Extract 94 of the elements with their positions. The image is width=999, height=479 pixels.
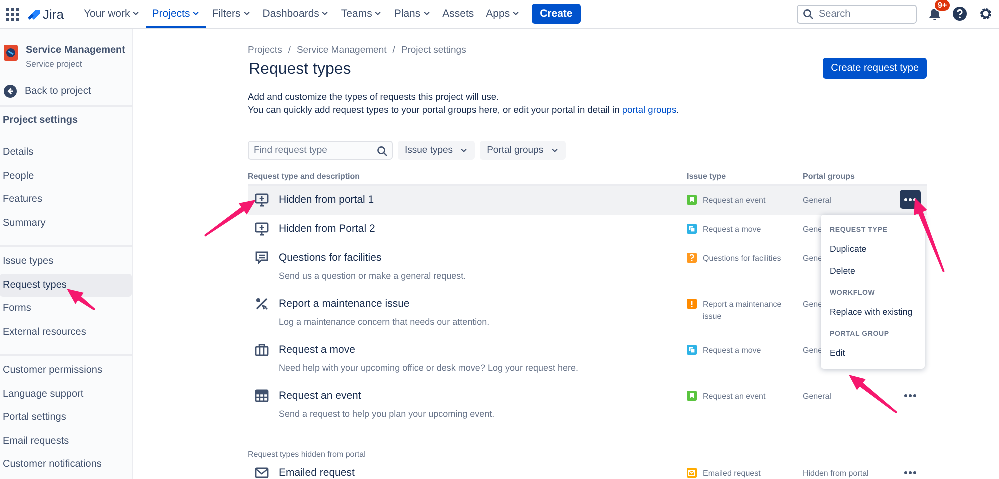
breadcrumb-link[interactable]: Service Management xyxy=(296,45,387,56)
notification-bell-icon[interactable] xyxy=(929,8,941,20)
search-icon xyxy=(803,9,813,19)
more-icon xyxy=(904,198,917,202)
back-to-project-link[interactable]: Back to project xyxy=(0,85,132,98)
annotation-arrow xyxy=(849,375,898,414)
sidebar-item[interactable]: Details xyxy=(0,142,132,164)
portal-group-name: General xyxy=(803,195,832,207)
project-name: Service Management xyxy=(26,45,126,56)
create-request-type-button[interactable]: Create request type xyxy=(823,58,927,78)
request-type-description: Send us a question or make a general request. xyxy=(279,270,466,282)
envelope-icon xyxy=(255,466,269,479)
calendar-icon xyxy=(255,389,269,403)
sidebar-item[interactable]: Customer notifications xyxy=(0,454,132,476)
nav-menu[interactable]: Dashboards xyxy=(256,0,336,28)
jira-mark-icon xyxy=(28,8,40,20)
nav-menu[interactable]: Your work xyxy=(78,0,146,28)
more-icon xyxy=(904,394,917,398)
filter-dropdown[interactable]: Portal groups xyxy=(480,141,566,160)
menu-item[interactable]: Delete xyxy=(821,260,925,282)
issue-type-label: Request an event xyxy=(703,391,767,403)
sidebar-item[interactable]: Summary xyxy=(0,212,132,234)
sidebar-item[interactable]: Forms xyxy=(0,298,132,320)
column-header: Issue type xyxy=(687,172,728,181)
sidebar-item[interactable]: Request types xyxy=(0,274,132,296)
portal-groups-link[interactable]: portal groups xyxy=(622,105,677,115)
issue-type-label: Emailed request xyxy=(703,468,762,479)
tools-icon xyxy=(255,297,269,311)
breadcrumb-separator: / xyxy=(392,45,396,56)
sidebar-item[interactable]: Customer permissions xyxy=(0,360,132,382)
nav-menu[interactable]: Assets xyxy=(436,0,480,28)
jira-logo[interactable]: Jira xyxy=(28,6,64,22)
column-header: Request type and description xyxy=(248,172,362,181)
breadcrumb-link[interactable]: Project settings xyxy=(401,45,466,56)
monitor-plus-icon xyxy=(255,222,269,236)
menu-item[interactable]: Duplicate xyxy=(821,238,925,260)
sidebar-item[interactable]: Issue types xyxy=(0,250,132,273)
page-title: Request types xyxy=(248,61,352,79)
annotation-arrow xyxy=(67,289,96,311)
request-type-name[interactable]: Request a move xyxy=(279,343,579,357)
sidebar-item[interactable]: Features xyxy=(0,188,132,211)
request-type-name[interactable]: Request an event xyxy=(279,389,495,403)
request-type-description: Log a maintenance concern that needs our attention. xyxy=(279,316,490,328)
settings-icon[interactable] xyxy=(979,7,993,21)
nav-menu[interactable]: Teams xyxy=(335,0,388,28)
issue-type-label: Report a maintenance issue xyxy=(703,299,783,323)
page-description: Add and customize the types of requests this project will use. xyxy=(248,91,500,104)
menu-item[interactable]: Edit xyxy=(821,342,925,364)
notification-badge: 9+ xyxy=(934,0,952,12)
filter-dropdown[interactable]: Issue types xyxy=(398,141,476,160)
menu-item[interactable]: Replace with existing xyxy=(821,301,925,323)
sidebar-heading: Project settings xyxy=(2,115,80,126)
portal-group-name: Hidden from portal xyxy=(803,468,869,479)
find-request-type-field[interactable]: Find request type xyxy=(248,141,393,160)
project-type: Service project xyxy=(26,59,84,69)
chevron-down-icon xyxy=(460,146,468,154)
issue-type-label: Request an event xyxy=(703,195,767,207)
issue-type-label: Request a move xyxy=(703,345,762,357)
portal-group-name: General xyxy=(803,391,832,403)
search-field[interactable]: Search xyxy=(797,4,917,24)
page-description: You can quickly add request types to your portal groups here, or edit your portal in detail in portal groups. xyxy=(248,104,680,117)
breadcrumb-link[interactable]: Projects xyxy=(248,45,282,56)
annotation-arrow xyxy=(204,200,256,237)
request-type-name[interactable]: Report a maintenance issue xyxy=(279,297,490,311)
chevron-down-icon xyxy=(550,146,559,154)
request-type-name[interactable]: Hidden from Portal 2 xyxy=(279,222,376,236)
more-icon xyxy=(904,470,917,474)
request-type-name[interactable]: Questions for facilities xyxy=(279,251,466,265)
create-button[interactable]: Create xyxy=(532,4,581,24)
column-header: Portal groups xyxy=(803,172,856,181)
request-type-description: Need help with your upcoming office or desk move? Log your request here. xyxy=(279,362,579,374)
project-avatar-icon xyxy=(4,45,18,61)
nav-menu[interactable]: Apps xyxy=(480,0,526,28)
request-type-name[interactable]: Hidden from portal 1 xyxy=(279,193,374,207)
section-label: Request types hidden from portal xyxy=(248,450,367,459)
sidebar-item[interactable]: People xyxy=(0,165,132,188)
comment-icon xyxy=(255,251,269,265)
sidebar-item[interactable]: External resources xyxy=(0,321,132,344)
breadcrumb-separator: / xyxy=(288,45,291,56)
nav-menu[interactable]: Plans xyxy=(388,0,437,28)
sidebar-item[interactable]: Email requests xyxy=(0,430,132,452)
help-icon[interactable] xyxy=(953,7,967,21)
monitor-plus-icon xyxy=(255,193,269,207)
issue-type-label: Questions for facilities xyxy=(703,253,782,265)
nav-menu[interactable]: Projects xyxy=(146,0,206,28)
search-icon xyxy=(377,146,387,156)
app-switcher-icon[interactable] xyxy=(6,8,19,20)
briefcase-icon xyxy=(255,343,269,357)
request-type-description: Send a request to help you plan your upcoming event. xyxy=(279,408,495,420)
sidebar-item[interactable]: Language support xyxy=(0,383,132,406)
sidebar-item[interactable]: Portal settings xyxy=(0,406,132,429)
issue-type-label: Request a move xyxy=(703,224,762,236)
request-type-name[interactable]: Emailed request xyxy=(279,466,355,479)
nav-menu[interactable]: Filters xyxy=(206,0,257,28)
